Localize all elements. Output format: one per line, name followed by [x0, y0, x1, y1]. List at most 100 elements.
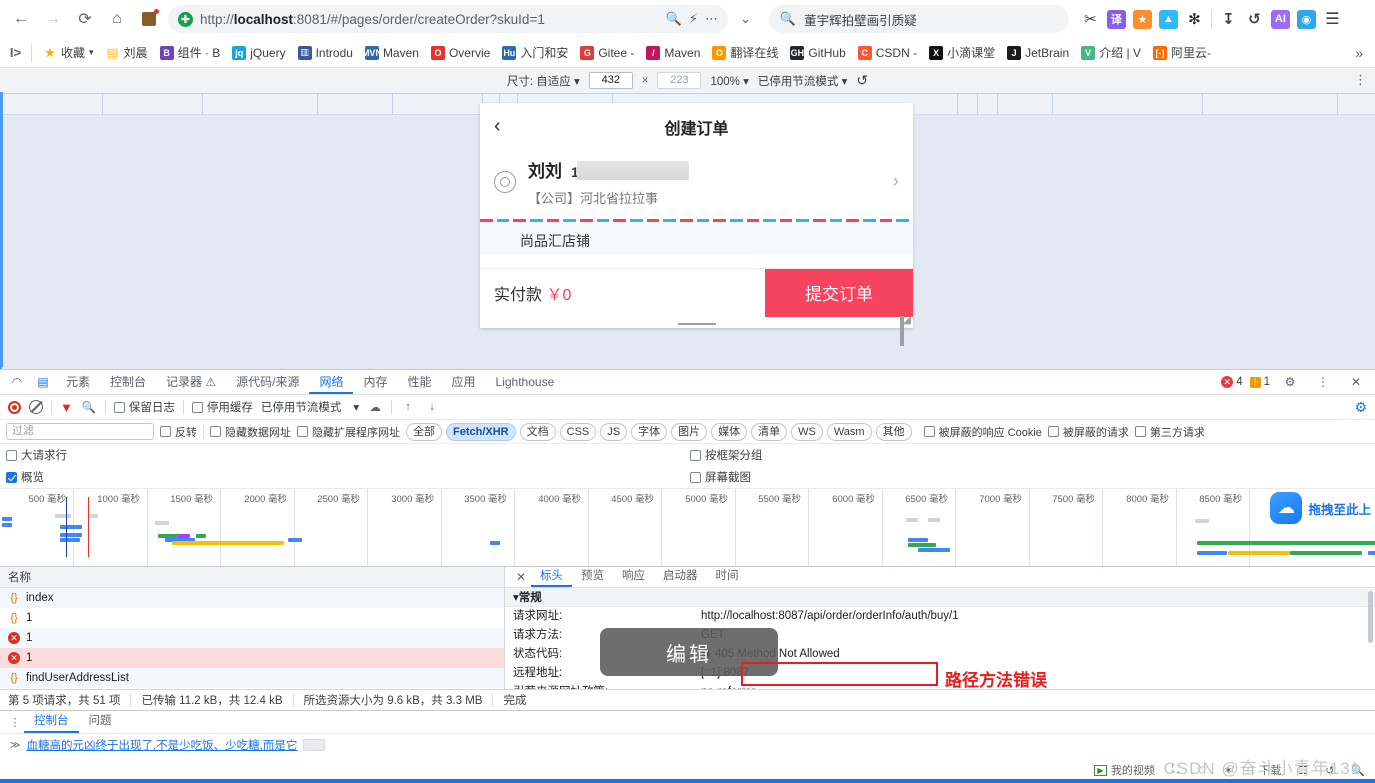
hide-data-urls-checkbox[interactable]: 隐藏数据网址 — [210, 424, 291, 440]
export-har-icon[interactable]: ↓ — [424, 395, 440, 419]
resource-type-chip-3[interactable]: CSS — [559, 422, 597, 441]
menu-icon[interactable]: ☰ — [1323, 10, 1342, 29]
bookmark-item-12[interactable]: C CSDN - — [853, 43, 922, 63]
download-button[interactable]: ↓ 下载 — [1250, 762, 1282, 778]
reload-button[interactable]: ⟳ — [72, 6, 98, 32]
drawer-tab-0[interactable]: 控制台 — [24, 711, 79, 733]
chevron-down-icon[interactable]: ⌄ — [734, 11, 757, 27]
device-width-input[interactable]: 432 — [588, 72, 633, 89]
search-box[interactable]: 🔍 董宇辉拍壁画引质疑 — [768, 5, 1069, 33]
bookmark-item-9[interactable]: / Maven — [641, 43, 705, 63]
my-video-button[interactable]: ▶ 我的视频 — [1093, 762, 1155, 778]
bookmark-item-3[interactable]: jq jQuery — [227, 43, 290, 63]
detail-tab-2[interactable]: 响应 — [613, 567, 654, 587]
record-button[interactable] — [8, 400, 21, 414]
devtools-kebab-button[interactable]: ⋮ — [1310, 370, 1336, 394]
warning-badge[interactable]: ! 1 — [1249, 376, 1270, 388]
import-har-icon[interactable]: ↑ — [400, 395, 416, 419]
rotate-icon[interactable]: ↺ — [856, 72, 868, 89]
bookmark-item-7[interactable]: Hu 入门和安 — [497, 41, 573, 64]
device-toolbar-toggle-icon[interactable]: ▤ — [30, 370, 56, 394]
resource-type-chip-9[interactable]: WS — [791, 422, 823, 441]
forward-button[interactable]: → — [40, 6, 66, 32]
viewport-resize-handle[interactable] — [900, 316, 904, 346]
device-size-select[interactable]: 尺寸: 自适应 ▾ — [507, 73, 580, 89]
device-kebab-button[interactable]: ⋮ — [1354, 72, 1367, 88]
resource-type-chip-5[interactable]: 字体 — [631, 422, 668, 441]
lightning-icon[interactable]: ⚡ — [689, 11, 698, 27]
screenshots-checkbox[interactable]: 屏幕截图 — [690, 469, 751, 485]
detail-tab-3[interactable]: 启动器 — [654, 567, 707, 587]
preserve-log-checkbox[interactable]: 保留日志 — [113, 399, 175, 415]
bookmark-item-1[interactable]: ▤ 刘晨 — [101, 41, 153, 64]
devtools-tab-5[interactable]: 内存 — [353, 370, 397, 394]
wifi-icon[interactable]: ☁ — [367, 395, 383, 419]
resource-type-chip-7[interactable]: 媒体 — [711, 422, 748, 441]
devtools-tab-8[interactable]: Lighthouse — [486, 370, 565, 394]
filter-input[interactable]: 过滤 — [6, 423, 154, 440]
device-throttle-select[interactable]: 已停用节流模式 ▾ — [758, 73, 847, 89]
address-bar[interactable]: ✚ http://localhost:8081/#/pages/order/cr… — [168, 5, 728, 33]
general-section-header[interactable]: ▾ 常规 — [505, 588, 1375, 607]
devtools-tab-4[interactable]: 网络 — [309, 370, 354, 394]
expand-icon[interactable]: ≫ — [10, 740, 20, 751]
bookmark-item-0[interactable]: ★ 收藏 ▾ — [38, 41, 99, 64]
scissors-icon[interactable]: ✂ — [1081, 10, 1100, 29]
more-icon[interactable]: ⋯ — [705, 11, 718, 27]
bookmark-item-16[interactable]: [-] 阿里云- — [1148, 41, 1216, 64]
grid-icon[interactable]: ☷ — [1298, 764, 1308, 777]
gear-icon[interactable]: ⚙ — [1277, 370, 1303, 394]
resource-type-chip-8[interactable]: 清单 — [751, 422, 788, 441]
devtools-tab-7[interactable]: 应用 — [442, 370, 486, 394]
device-zoom-select[interactable]: 100% ▾ — [710, 74, 748, 88]
bookmark-item-8[interactable]: G Gitee - — [575, 43, 639, 63]
big-request-rows-checkbox[interactable]: 大请求行 — [6, 447, 67, 463]
resource-type-chip-0[interactable]: 全部 — [406, 422, 442, 441]
game-icon[interactable]: ★ — [1132, 9, 1152, 29]
drawer-kebab-button[interactable]: ⋮ — [6, 716, 24, 729]
devtools-tab-1[interactable]: 控制台 — [100, 370, 156, 394]
bookmark-item-14[interactable]: J JetBrain — [1002, 43, 1074, 63]
bookmark-item-6[interactable]: O Overvie — [426, 43, 495, 63]
detail-scrollbar[interactable] — [1368, 591, 1373, 643]
devtools-tab-2[interactable]: 记录器 ⚠ — [156, 370, 226, 394]
hide-extension-urls-checkbox[interactable]: 隐藏扩展程序网址 — [297, 424, 400, 440]
devtools-tab-0[interactable]: 元素 — [56, 370, 100, 394]
invert-checkbox[interactable]: 反转 — [160, 424, 197, 440]
table-row[interactable]: {} 1 — [0, 608, 504, 628]
profile-icon[interactable] — [136, 6, 162, 32]
table-row[interactable]: ✕ 1 — [0, 628, 504, 648]
devtools-tab-6[interactable]: 性能 — [398, 370, 442, 394]
bookmark-item-2[interactable]: B 组件 · B — [155, 41, 226, 64]
ai-tool-icon[interactable]: ▲ — [1158, 9, 1178, 29]
clear-icon[interactable] — [29, 400, 43, 414]
upload-drop-hint[interactable]: ☁ 拖拽至此上 — [1270, 491, 1375, 525]
third-party-checkbox[interactable]: 第三方请求 — [1134, 424, 1205, 440]
resource-type-chip-1[interactable]: Fetch/XHR — [446, 422, 516, 441]
translate-icon[interactable]: 译 — [1106, 9, 1126, 29]
zoom-icon[interactable]: 🔍 — [666, 11, 682, 27]
blocked-requests-checkbox[interactable]: 被屏蔽的请求 — [1047, 424, 1129, 440]
resource-type-chip-6[interactable]: 图片 — [671, 422, 708, 441]
back-button[interactable]: ← — [8, 6, 34, 32]
group-by-frame-checkbox[interactable]: 按框架分组 — [690, 447, 763, 463]
download-icon[interactable]: ↧ — [1219, 10, 1238, 29]
search-icon[interactable]: 🔍 — [81, 395, 97, 419]
throttling-select[interactable]: 已停用节流模式 ▾ — [261, 399, 359, 415]
address-card[interactable]: 刘刘 13 【公司】河北省拉拉事 › — [480, 151, 913, 219]
close-icon[interactable]: ✕ — [1343, 370, 1369, 394]
chevron-down-icon[interactable]: ▾ — [89, 47, 94, 58]
bookmarks-overflow-button[interactable]: » — [1349, 45, 1369, 61]
adobe-ai-icon[interactable]: AI — [1270, 9, 1290, 29]
filter-icon[interactable]: ▼ — [60, 400, 73, 415]
submit-order-button[interactable]: 提交订单 — [765, 268, 913, 317]
resource-type-chip-4[interactable]: JS — [600, 422, 628, 441]
home-button[interactable]: ⌂ — [104, 6, 130, 32]
puzzle-icon[interactable]: ✻ — [1185, 10, 1204, 29]
blocked-cookies-checkbox[interactable]: 被屏蔽的响应 Cookie — [923, 424, 1042, 440]
resource-type-chip-10[interactable]: Wasm — [826, 422, 872, 441]
detail-close-icon[interactable]: ✕ — [511, 570, 531, 584]
apps-icon[interactable]: I> — [6, 43, 25, 62]
resource-type-chip-2[interactable]: 文档 — [519, 422, 556, 441]
bookmark-item-11[interactable]: GH GitHub — [785, 43, 850, 63]
